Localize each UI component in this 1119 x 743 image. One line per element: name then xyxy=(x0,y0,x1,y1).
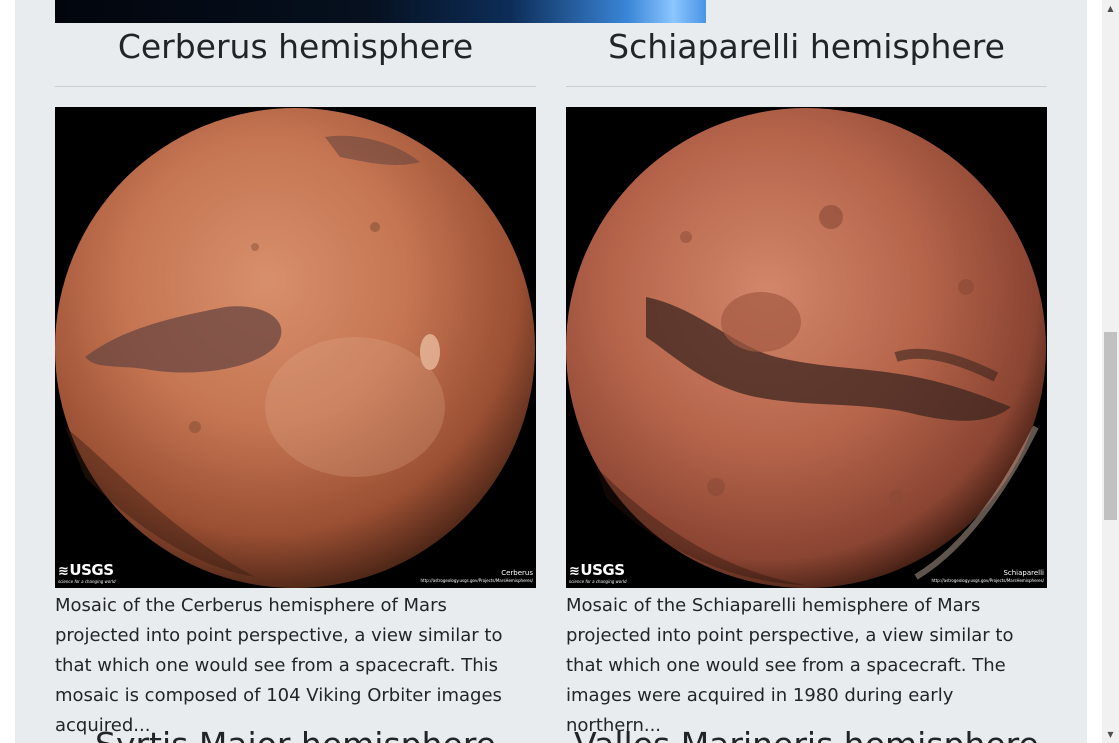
image-caption: Schiaparelli http://astrogeology.usgs.go… xyxy=(931,569,1044,583)
title-divider xyxy=(55,86,536,87)
vertical-scrollbar[interactable]: ▲ ▼ xyxy=(1102,0,1119,743)
scroll-up-icon[interactable]: ▲ xyxy=(1102,0,1119,17)
next-hemisphere-title: Valles Marineris hemisphere xyxy=(566,722,1047,743)
hemisphere-image-schiaparelli[interactable]: ≋USGS science for a changing world Schia… xyxy=(566,107,1047,588)
usgs-waves-icon: ≋ xyxy=(58,564,69,579)
hemisphere-image-cerberus[interactable]: ≋USGS science for a changing world Cerbe… xyxy=(55,107,536,588)
scroll-down-icon[interactable]: ▼ xyxy=(1102,726,1119,743)
image-caption: Cerberus http://astrogeology.usgs.gov/Pr… xyxy=(420,569,533,583)
mars-globe-cerberus xyxy=(55,108,535,588)
usgs-logo: ≋USGS science for a changing world xyxy=(569,561,627,585)
title-divider xyxy=(566,86,1047,87)
hemisphere-card-schiaparelli: Schiaparelli hemisphere ≋USGS science fo… xyxy=(566,24,1047,736)
hemisphere-card-cerberus: Cerberus hemisphere ≋USGS science for a … xyxy=(55,24,536,736)
hemisphere-description: Mosaic of the Cerberus hemisphere of Mar… xyxy=(55,595,503,736)
hemisphere-title: Schiaparelli hemisphere xyxy=(608,27,1005,66)
hemisphere-description: Mosaic of the Schiaparelli hemisphere of… xyxy=(566,595,1014,736)
hemisphere-title: Cerberus hemisphere xyxy=(117,27,474,66)
scrollbar-thumb[interactable] xyxy=(1104,332,1117,520)
previous-hemisphere-image-bottom[interactable] xyxy=(55,0,706,23)
next-hemisphere-title: Syrtis Major hemisphere xyxy=(55,722,536,743)
usgs-logo: ≋USGS science for a changing world xyxy=(58,561,116,585)
mars-globe-schiaparelli xyxy=(566,108,1046,588)
content-panel: Cerberus hemisphere ≋USGS science for a … xyxy=(15,0,1087,743)
usgs-waves-icon: ≋ xyxy=(569,564,580,579)
